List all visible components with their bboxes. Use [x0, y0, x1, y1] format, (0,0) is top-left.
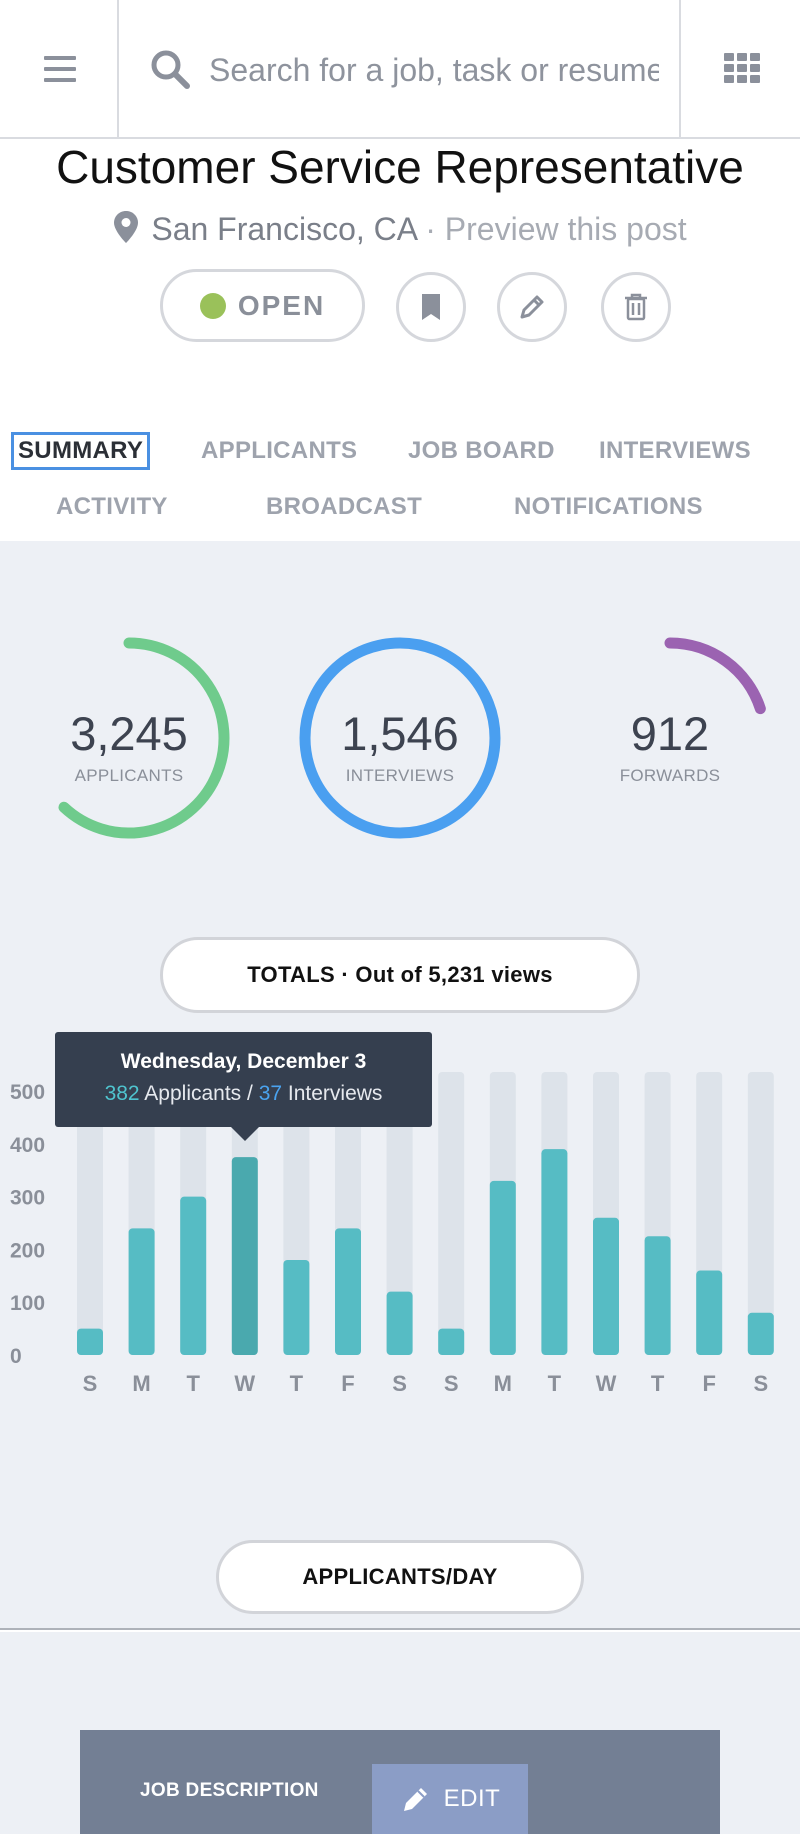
edit-job-button[interactable]	[497, 272, 567, 342]
job-location: San Francisco, CA	[151, 211, 417, 247]
bar	[593, 1217, 619, 1355]
bar	[644, 1236, 671, 1355]
tab-applicants[interactable]: APPLICANTS	[201, 437, 357, 465]
applicants-per-day-pill[interactable]: APPLICANTS/DAY	[216, 1540, 584, 1614]
tooltip-interviews-value: 37	[258, 1082, 283, 1105]
bar	[386, 1291, 413, 1355]
forwards-ring	[664, 637, 766, 715]
bookmark-icon	[422, 294, 440, 320]
tooltip-applicants-label: Applicants /	[144, 1082, 253, 1105]
tooltip-interviews-label: Interviews	[287, 1082, 383, 1105]
location-row: San Francisco, CA · Preview this post	[0, 210, 800, 252]
status-label: OPEN	[237, 289, 326, 321]
y-tick-label: 0	[10, 1345, 22, 1368]
pencil-icon	[520, 295, 544, 319]
search-bar	[121, 0, 679, 137]
apps-grid-icon	[724, 53, 760, 85]
bar	[489, 1180, 516, 1355]
location-pin-icon	[113, 210, 139, 252]
job-description-label: JOB DESCRIPTION	[140, 1780, 319, 1801]
x-tick-label: S	[753, 1371, 768, 1396]
y-tick-label: 200	[10, 1239, 45, 1262]
delete-job-button[interactable]	[601, 272, 671, 342]
job-title: Customer Service Representative	[56, 141, 744, 193]
chart-tooltip: Wednesday, December 3 382 Applicants / 3…	[55, 1032, 432, 1141]
bar	[438, 1328, 465, 1355]
y-tick-label: 300	[10, 1187, 45, 1210]
x-tick-label: S	[83, 1371, 98, 1396]
edit-label: EDIT	[443, 1785, 501, 1812]
bar	[77, 1328, 103, 1355]
tooltip-stats: 382 Applicants / 37 Interviews	[55, 1082, 432, 1106]
x-tick-label: F	[702, 1371, 715, 1396]
x-tick-label: M	[132, 1371, 150, 1396]
bar	[335, 1228, 361, 1355]
x-tick-label: S	[392, 1371, 407, 1396]
pencil-icon	[403, 1788, 427, 1811]
interviews-label: INTERVIEWS	[345, 766, 455, 785]
location-separator: ·	[425, 211, 436, 247]
job-description-bar: JOB DESCRIPTION EDIT	[80, 1730, 720, 1834]
apps-button[interactable]	[679, 0, 800, 137]
y-tick-label: 500	[10, 1081, 45, 1104]
tab-notifications[interactable]: NOTIFICATIONS	[514, 493, 703, 521]
status-toggle-button[interactable]: OPEN	[160, 269, 365, 342]
forwards-count: 912	[630, 707, 710, 760]
bar	[541, 1149, 568, 1355]
y-tick-label: 400	[10, 1134, 45, 1157]
x-tick-label: W	[234, 1371, 255, 1396]
bar	[747, 1312, 774, 1355]
tab-broadcast[interactable]: BROADCAST	[266, 493, 422, 521]
trash-icon	[625, 293, 647, 321]
forwards-label: FORWARDS	[619, 766, 721, 785]
x-tick-label: W	[596, 1371, 617, 1396]
applicants-count: 3,245	[70, 707, 188, 760]
x-tick-label: T	[290, 1371, 304, 1396]
bar	[128, 1228, 155, 1355]
bar	[283, 1260, 310, 1355]
x-tick-label: F	[341, 1371, 354, 1396]
bottom-section: JOB DESCRIPTION EDIT	[0, 1632, 800, 1834]
x-tick-label: T	[548, 1371, 562, 1396]
x-tick-label: T	[186, 1371, 200, 1396]
bar-track	[747, 1072, 774, 1355]
tooltip-date: Wednesday, December 3	[120, 1050, 367, 1073]
tab-activity[interactable]: ACTIVITY	[56, 493, 168, 521]
tab-summary[interactable]: SUMMARY	[10, 432, 151, 470]
x-tick-label: T	[651, 1371, 665, 1396]
tab-interviews[interactable]: INTERVIEWS	[599, 437, 751, 465]
preview-post-link[interactable]: Preview this post	[445, 211, 687, 247]
bar-track	[438, 1072, 465, 1355]
search-icon	[149, 48, 191, 95]
bookmark-button[interactable]	[396, 272, 466, 342]
bar	[696, 1270, 723, 1355]
x-tick-label: S	[444, 1371, 459, 1396]
tooltip-applicants-value: 382	[104, 1082, 140, 1105]
x-tick-label: M	[494, 1371, 512, 1396]
applicants-label: APPLICANTS	[74, 766, 184, 785]
tab-job-board[interactable]: JOB BOARD	[408, 437, 555, 465]
bar	[231, 1157, 258, 1355]
top-bar	[0, 0, 800, 139]
interviews-count: 1,546	[341, 707, 459, 760]
search-input[interactable]	[209, 46, 659, 94]
totals-pill[interactable]: TOTALS · Out of 5,231 views	[160, 937, 640, 1013]
edit-description-button[interactable]: EDIT	[372, 1764, 528, 1834]
menu-button[interactable]	[0, 0, 119, 137]
y-tick-label: 100	[10, 1292, 45, 1315]
status-dot-icon	[199, 292, 226, 319]
bar	[180, 1196, 207, 1355]
